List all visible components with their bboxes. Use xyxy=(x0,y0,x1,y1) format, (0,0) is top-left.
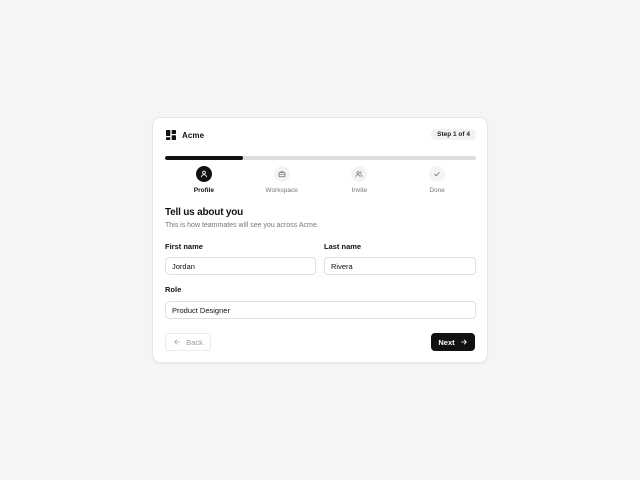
brand: Acme xyxy=(166,130,204,140)
step-workspace[interactable]: Workspace xyxy=(243,166,321,194)
step-circle xyxy=(351,166,368,182)
arrow-right-icon xyxy=(460,339,467,345)
brand-name: Acme xyxy=(182,130,205,140)
form-subtitle: This is how teammates will see you acros… xyxy=(165,222,319,229)
step-label: Workspace xyxy=(265,187,298,194)
back-button[interactable]: Back xyxy=(165,333,211,351)
stepper: Profile Workspace Invite Done xyxy=(165,166,476,194)
last-name-input[interactable] xyxy=(324,257,476,275)
user-icon xyxy=(200,170,207,178)
step-profile[interactable]: Profile xyxy=(165,166,243,194)
form-title: Tell us about you xyxy=(165,207,244,218)
briefcase-icon xyxy=(278,171,285,178)
first-name-input[interactable] xyxy=(165,257,316,275)
step-label: Done xyxy=(429,187,445,194)
progress-fill xyxy=(165,156,243,160)
users-icon xyxy=(355,171,363,178)
next-button[interactable]: Next xyxy=(431,333,475,351)
step-label: Invite xyxy=(351,187,368,194)
arrow-left-icon xyxy=(174,339,181,345)
step-label: Profile xyxy=(193,187,214,194)
step-circle xyxy=(195,166,212,182)
progress-bar xyxy=(165,156,476,160)
check-icon xyxy=(434,172,440,177)
next-button-label: Next xyxy=(438,337,455,347)
step-done[interactable]: Done xyxy=(398,166,476,194)
step-invite[interactable]: Invite xyxy=(321,166,399,194)
first-name-label: First name xyxy=(165,242,203,251)
step-badge: Step 1 of 4 xyxy=(431,129,476,140)
role-label: Role xyxy=(165,285,182,294)
step-circle xyxy=(273,166,290,182)
last-name-label: Last name xyxy=(324,242,362,251)
step-circle xyxy=(429,166,446,182)
role-input[interactable] xyxy=(165,301,476,319)
back-button-label: Back xyxy=(186,337,203,347)
layout-grid-icon xyxy=(166,130,176,140)
onboarding-card: Acme Step 1 of 4 Profile Workspace Invit… xyxy=(152,117,488,363)
